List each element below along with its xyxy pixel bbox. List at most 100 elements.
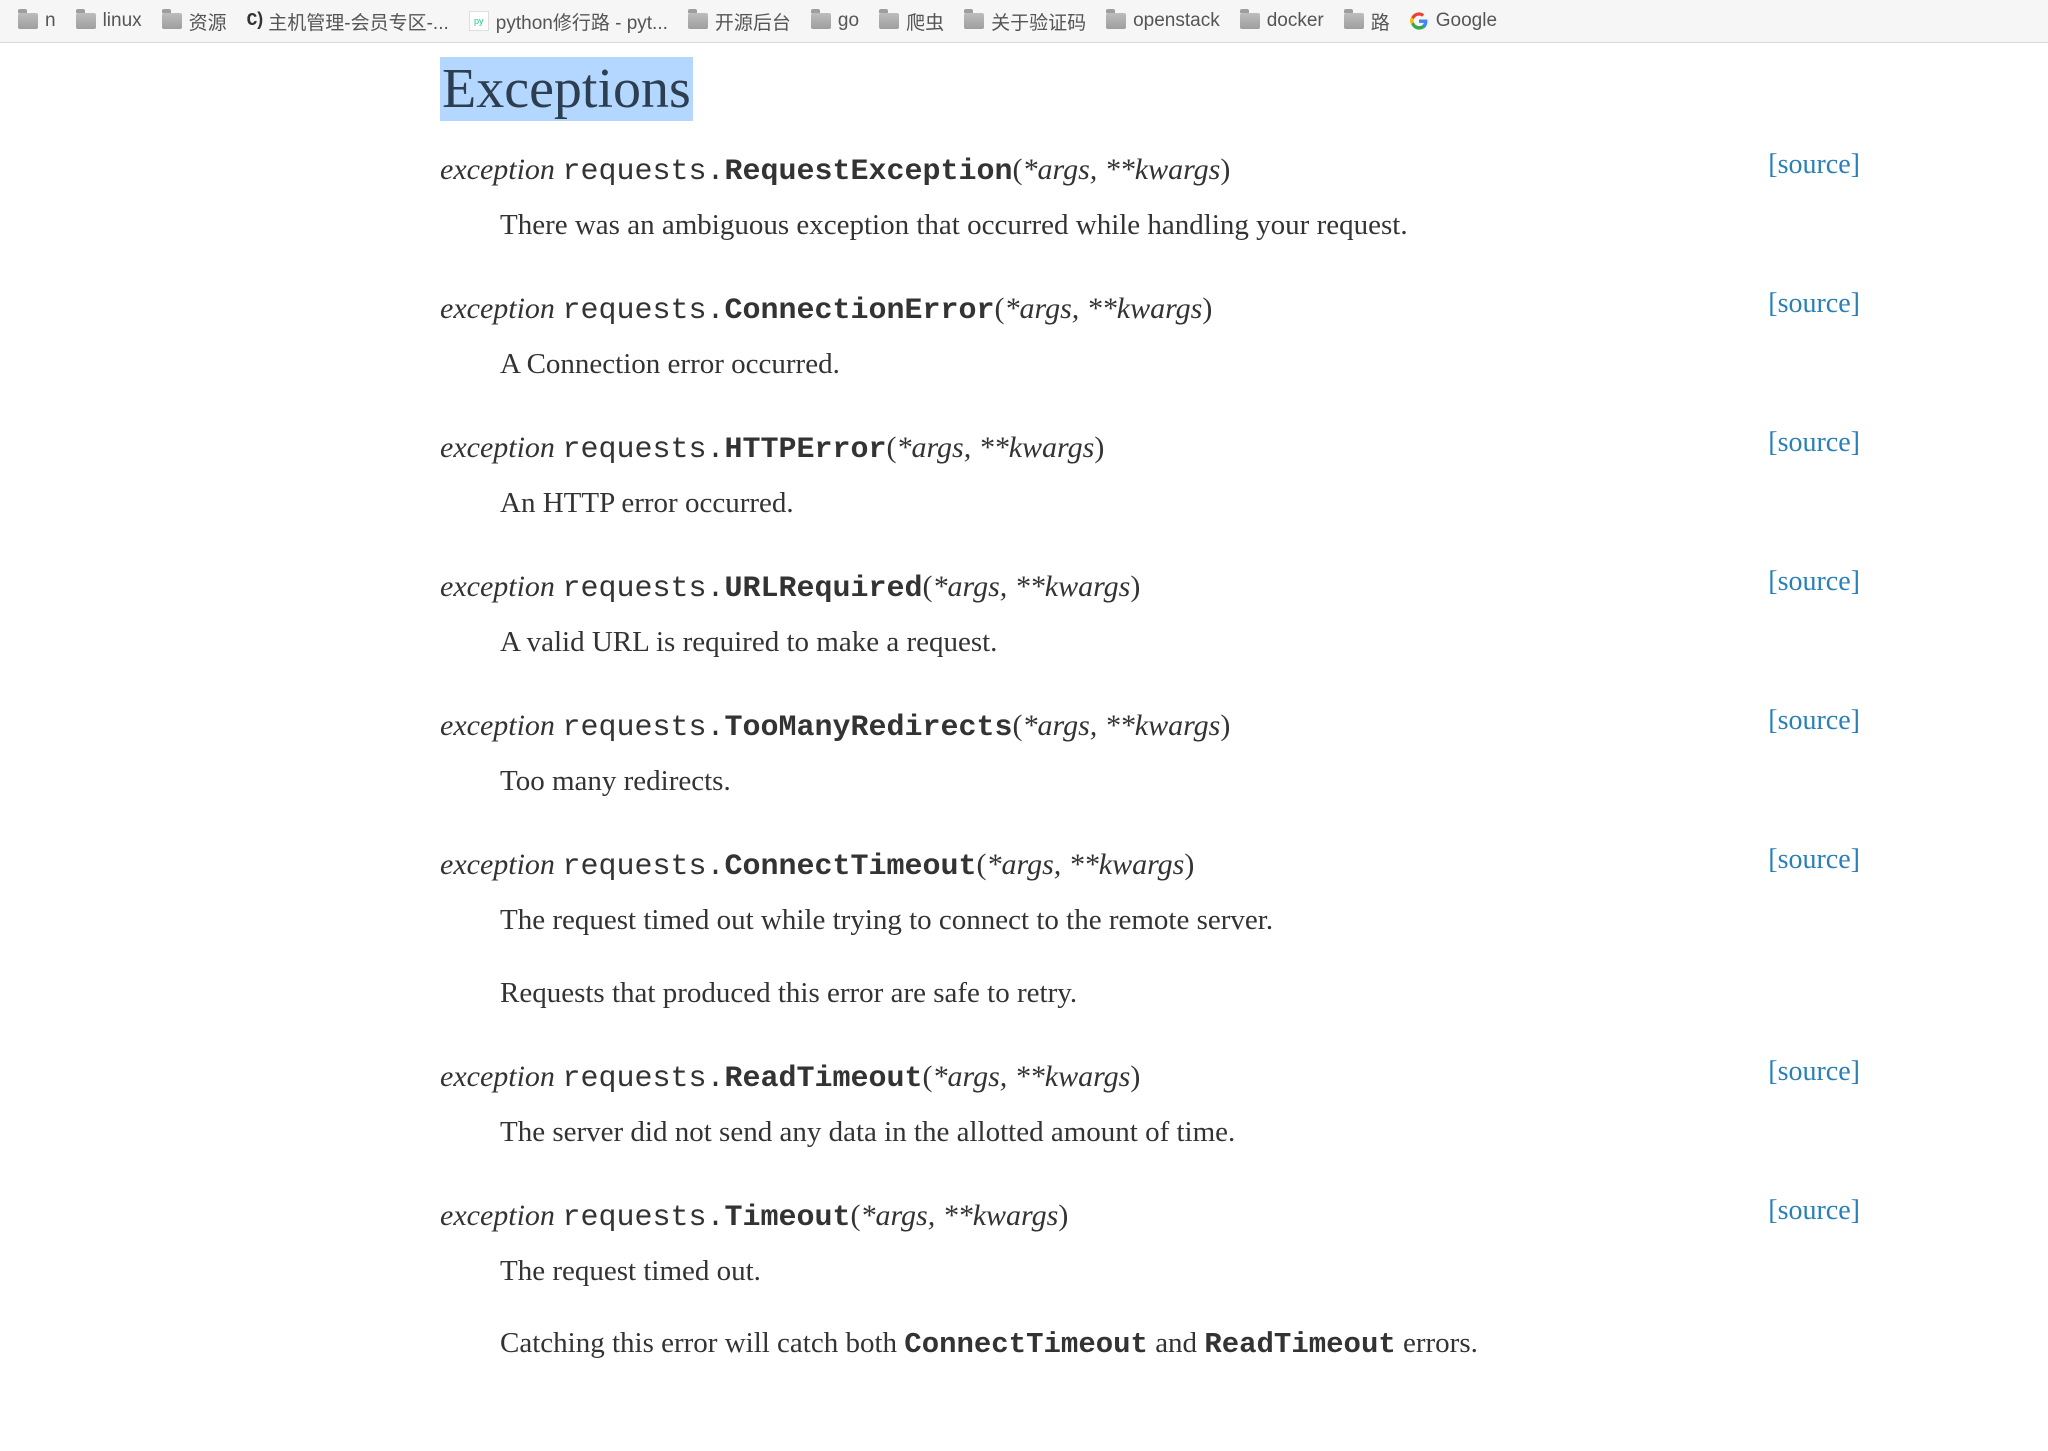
exception-entry: [source]exception requests.Timeout(*args… <box>440 1195 1860 1369</box>
bookmark-item[interactable]: 开源后台 <box>678 8 801 35</box>
bookmark-item[interactable]: go <box>801 10 869 32</box>
bookmark-item[interactable]: 资源 <box>152 8 237 35</box>
bookmark-label: Google <box>1436 10 1497 32</box>
bookmark-item[interactable]: linux <box>66 10 152 32</box>
sig-params: *args, **kwargs <box>861 1199 1059 1232</box>
sig-params: *args, **kwargs <box>987 848 1185 881</box>
exception-description: The request timed out.Catching this erro… <box>500 1249 1860 1369</box>
folder-icon <box>76 13 96 29</box>
exception-entry: [source]exception requests.TooManyRedire… <box>440 705 1860 804</box>
sig-module: requests. <box>562 433 724 467</box>
sig-classname[interactable]: URLRequired <box>724 572 922 606</box>
sig-keyword: exception <box>440 292 555 325</box>
sig-params: *args, **kwargs <box>1023 153 1221 186</box>
exception-signature: exception requests.ConnectTimeout(*args,… <box>440 844 1860 888</box>
bookmark-label: go <box>838 10 859 32</box>
sig-keyword: exception <box>440 431 555 464</box>
source-link[interactable]: [source] <box>1768 1056 1860 1088</box>
source-link[interactable]: [source] <box>1768 149 1860 181</box>
sig-params: *args, **kwargs <box>1005 292 1203 325</box>
folder-icon <box>1106 13 1126 29</box>
exception-description: There was an ambiguous exception that oc… <box>500 203 1860 248</box>
sig-keyword: exception <box>440 709 555 742</box>
sig-classname[interactable]: Timeout <box>724 1201 850 1235</box>
sig-keyword: exception <box>440 570 555 603</box>
exception-description: The server did not send any data in the … <box>500 1110 1860 1155</box>
exception-description: An HTTP error occurred. <box>500 481 1860 526</box>
exception-signature: exception requests.ReadTimeout(*args, **… <box>440 1056 1860 1100</box>
desc-paragraph: There was an ambiguous exception that oc… <box>500 203 1860 248</box>
folder-icon <box>811 13 831 29</box>
sig-module: requests. <box>562 1062 724 1096</box>
exception-entry: [source]exception requests.RequestExcept… <box>440 149 1860 248</box>
bookmark-label: 路 <box>1371 8 1390 35</box>
folder-icon <box>879 13 899 29</box>
host-icon: C) <box>247 11 263 31</box>
exception-signature: exception requests.TooManyRedirects(*arg… <box>440 705 1860 749</box>
bookmark-label: openstack <box>1133 10 1220 32</box>
sig-params: *args, **kwargs <box>897 431 1095 464</box>
desc-paragraph: A valid URL is required to make a reques… <box>500 620 1860 665</box>
sig-module: requests. <box>562 711 724 745</box>
desc-paragraph: Catching this error will catch both Conn… <box>500 1321 1860 1368</box>
desc-paragraph: The server did not send any data in the … <box>500 1110 1860 1155</box>
exception-entry: [source]exception requests.ConnectionErr… <box>440 288 1860 387</box>
sig-module: requests. <box>562 1201 724 1235</box>
bookmark-item[interactable]: docker <box>1230 10 1334 32</box>
source-link[interactable]: [source] <box>1768 705 1860 737</box>
desc-paragraph: The request timed out while trying to co… <box>500 898 1860 943</box>
sig-keyword: exception <box>440 153 555 186</box>
folder-icon <box>18 13 38 29</box>
source-link[interactable]: [source] <box>1768 288 1860 320</box>
exception-entry: [source]exception requests.HTTPError(*ar… <box>440 427 1860 526</box>
folder-icon <box>1240 13 1260 29</box>
sig-classname[interactable]: TooManyRedirects <box>724 711 1012 745</box>
bookmark-label: 关于验证码 <box>991 8 1086 35</box>
bookmark-bar: n linux 资源 C)主机管理-会员专区-... py python修行路 - pyt… <box>0 0 2048 43</box>
bookmark-item[interactable]: py python修行路 - pyt... <box>459 8 678 35</box>
exception-description: Too many redirects. <box>500 759 1860 804</box>
folder-icon <box>964 13 984 29</box>
exception-entry: [source]exception requests.URLRequired(*… <box>440 566 1860 665</box>
bookmark-item[interactable]: 爬虫 <box>869 8 954 35</box>
sig-module: requests. <box>562 155 724 189</box>
source-link[interactable]: [source] <box>1768 566 1860 598</box>
bookmark-label: n <box>45 10 56 32</box>
code-ref: ConnectTimeout <box>904 1328 1148 1361</box>
bookmark-label: python修行路 - pyt... <box>496 8 668 35</box>
bookmark-item[interactable]: 路 <box>1334 8 1400 35</box>
bookmark-label: linux <box>103 10 142 32</box>
source-link[interactable]: [source] <box>1768 844 1860 876</box>
exception-description: A Connection error occurred. <box>500 342 1860 387</box>
source-link[interactable]: [source] <box>1768 1195 1860 1227</box>
sig-classname[interactable]: RequestException <box>724 155 1012 189</box>
exception-signature: exception requests.ConnectionError(*args… <box>440 288 1860 332</box>
exception-signature: exception requests.RequestException(*arg… <box>440 149 1860 193</box>
exception-entry: [source]exception requests.ConnectTimeou… <box>440 844 1860 1016</box>
sig-keyword: exception <box>440 848 555 881</box>
bookmark-item[interactable]: 关于验证码 <box>954 8 1096 35</box>
sig-module: requests. <box>562 572 724 606</box>
exception-description: A valid URL is required to make a reques… <box>500 620 1860 665</box>
sig-classname[interactable]: ConnectionError <box>724 294 994 328</box>
doc-body: Exceptions [source]exception requests.Re… <box>0 43 1980 1451</box>
bookmark-label: 主机管理-会员专区-... <box>268 8 449 35</box>
bookmark-item[interactable]: C)主机管理-会员专区-... <box>237 8 459 35</box>
source-link[interactable]: [source] <box>1768 427 1860 459</box>
sig-classname[interactable]: HTTPError <box>724 433 886 467</box>
code-ref: ReadTimeout <box>1204 1328 1395 1361</box>
sig-keyword: exception <box>440 1199 555 1232</box>
folder-icon <box>162 13 182 29</box>
bookmark-label: docker <box>1267 10 1324 32</box>
bookmark-item[interactable]: Google <box>1400 10 1507 32</box>
bookmark-label: 资源 <box>189 8 227 35</box>
bookmark-label: 开源后台 <box>715 8 791 35</box>
sig-classname[interactable]: ReadTimeout <box>724 1062 922 1096</box>
python-fav-icon: py <box>469 11 489 31</box>
sig-params: *args, **kwargs <box>1023 709 1221 742</box>
desc-paragraph: An HTTP error occurred. <box>500 481 1860 526</box>
bookmark-item[interactable]: n <box>8 10 66 32</box>
bookmark-item[interactable]: openstack <box>1096 10 1230 32</box>
sig-classname[interactable]: ConnectTimeout <box>724 850 976 884</box>
sig-params: *args, **kwargs <box>933 1060 1131 1093</box>
